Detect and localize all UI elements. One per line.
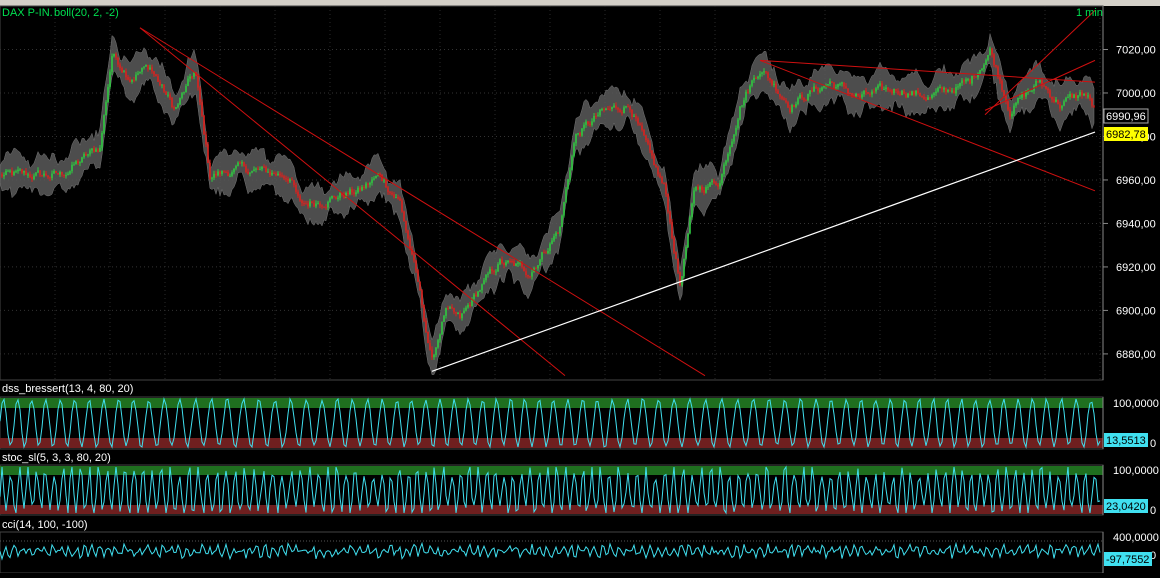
dss-tick-top: 100,0000 (1113, 398, 1159, 410)
price-tick-label: 6920,00 (1116, 262, 1156, 274)
timeframe-label: 1 min (1076, 7, 1103, 19)
dss-bressert-panel[interactable]: dss_bressert(13, 4, 80, 20) 100,0000 0 1… (0, 381, 1160, 450)
stoc-value-label: 23,0420 (1106, 501, 1146, 513)
window-top-bar (0, 0, 1160, 6)
chart-window: DAX P-IN. boll(20, 2, -2) 1 min 7020,00 7… (0, 0, 1160, 574)
svg-text:6982,78: 6982,78 (1106, 129, 1146, 141)
main-price-panel[interactable]: DAX P-IN. boll(20, 2, -2) 1 min (0, 5, 1104, 381)
price-axis (1102, 6, 1160, 380)
price-tick-label: 6940,00 (1116, 218, 1156, 230)
price-tick-label: 6900,00 (1116, 305, 1156, 317)
upper-price-label: 6990,96 (1103, 108, 1149, 124)
stoc-tick-top: 100,0000 (1113, 465, 1159, 477)
chart-canvas[interactable]: DAX P-IN. boll(20, 2, -2) 1 min 7020,00 7… (0, 0, 1160, 574)
stoc-sl-panel[interactable]: stoc_sl(5, 3, 3, 80, 20) 100,0000 0 23,0… (0, 450, 1160, 517)
cci-value-label: -97,7552 (1106, 554, 1149, 566)
stoc-title: stoc_sl(5, 3, 3, 80, 20) (2, 452, 111, 464)
svg-text:6990,96: 6990,96 (1106, 111, 1146, 123)
cci-title: cci(14, 100, -100) (2, 519, 88, 531)
dss-tick-bottom: 0 (1150, 438, 1156, 450)
price-tick-label: 7000,00 (1116, 88, 1156, 100)
overbought-zone (0, 466, 1103, 475)
stoc-tick-bottom: 0 (1150, 505, 1156, 517)
main-indicator: boll(20, 2, -2) (54, 7, 119, 19)
dss-value-label: 13,5513 (1106, 435, 1146, 447)
last-price-label: 6982,78 (1104, 127, 1148, 141)
dss-title: dss_bressert(13, 4, 80, 20) (2, 383, 133, 395)
price-tick-label: 6880,00 (1116, 349, 1156, 361)
oversold-zone (0, 438, 1103, 448)
cci-tick-top: 400,0000 (1113, 532, 1159, 544)
main-title: DAX P-IN. (2, 7, 53, 19)
price-tick-label: 7020,00 (1116, 44, 1156, 56)
price-tick-label: 6960,00 (1116, 175, 1156, 187)
cci-panel[interactable]: cci(14, 100, -100) 400,0000 0 -97,7552 (0, 516, 1160, 574)
